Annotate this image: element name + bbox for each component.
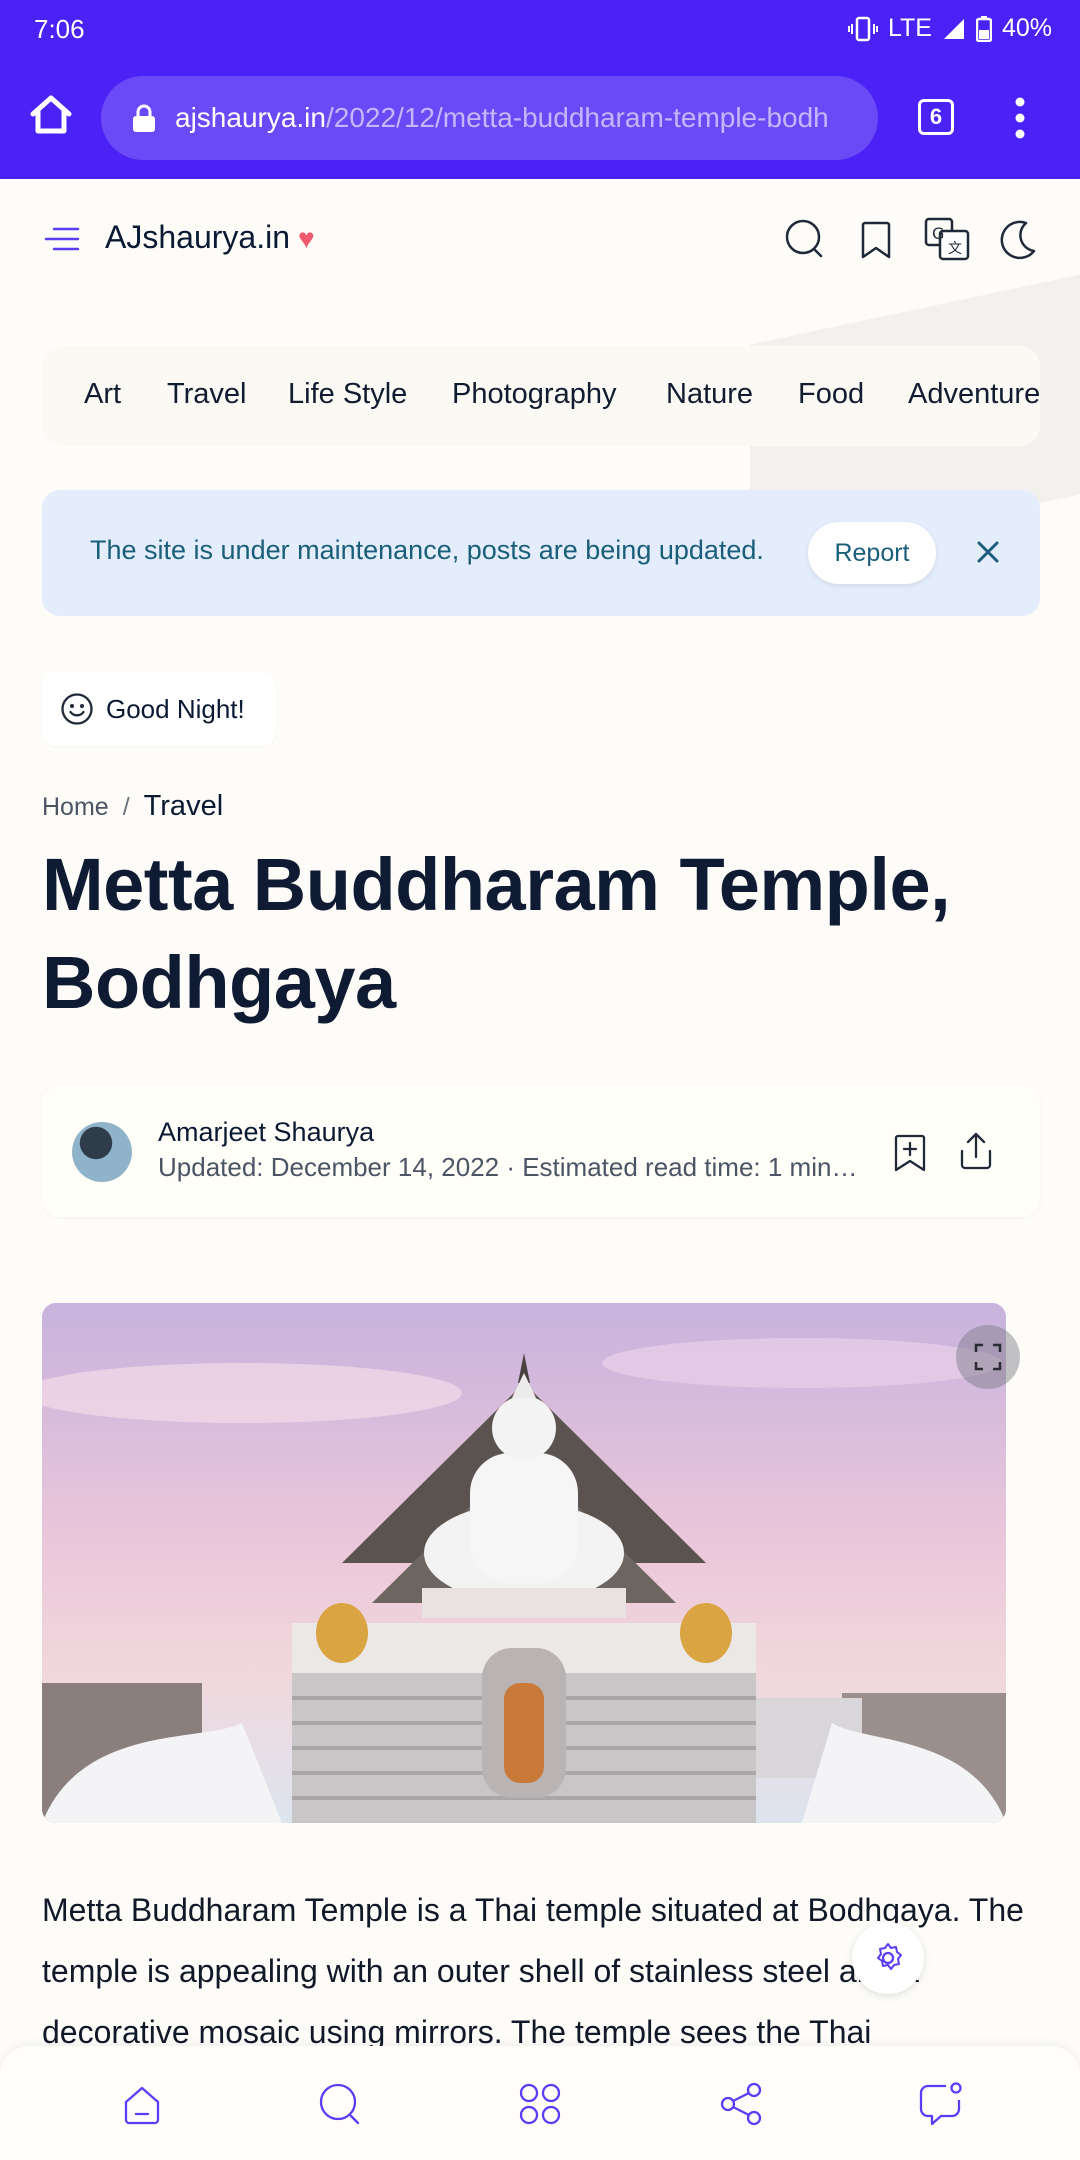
translate-button[interactable]: G文 — [924, 217, 970, 261]
settings-button[interactable] — [852, 1922, 924, 1994]
greeting-chip: Good Night! — [42, 672, 276, 746]
gear-icon — [877, 1943, 902, 1970]
report-button[interactable]: Report — [808, 522, 936, 584]
notice-message: The site is under maintenance, posts are… — [90, 535, 764, 565]
category-adventure[interactable]: Adventure — [908, 378, 1040, 411]
share-icon — [960, 1132, 992, 1170]
author-card: Amarjeet Shaurya Updated: December 14, 2… — [42, 1085, 1040, 1217]
category-travel[interactable]: Travel — [167, 378, 247, 411]
url-host: ajshaurya.in — [175, 102, 326, 133]
fullscreen-button[interactable] — [956, 1325, 1020, 1389]
address-bar[interactable]: ajshaurya.in/2022/12/metta-buddharam-tem… — [101, 76, 878, 160]
translate-icon: G文 — [924, 217, 970, 261]
category-art[interactable]: Art — [84, 378, 121, 411]
tabs-button[interactable]: 6 — [918, 99, 954, 135]
bottom-nav-chat[interactable] — [916, 2080, 964, 2128]
heart-icon: ♥ — [297, 223, 315, 254]
browser-toolbar: ajshaurya.in/2022/12/metta-buddharam-tem… — [0, 72, 1080, 162]
category-life-style[interactable]: Life Style — [288, 378, 407, 411]
home-icon — [30, 95, 72, 134]
save-post-button[interactable] — [892, 1133, 928, 1173]
status-right: LTE 40% — [847, 14, 1052, 43]
category-food[interactable]: Food — [798, 378, 864, 411]
breadcrumb-separator: / — [122, 793, 130, 821]
site-header: AJshaurya.in ♥ G文 — [0, 179, 1080, 299]
bottom-nav-apps[interactable] — [516, 2080, 564, 2128]
apps-icon — [519, 2083, 561, 2125]
status-time: 7:06 — [34, 14, 85, 44]
temple-illustration — [42, 1303, 1006, 1823]
page-title: Metta Buddharam Temple, Bodhgaya — [42, 843, 951, 1024]
bookmark-add-icon — [894, 1134, 926, 1172]
search-button[interactable] — [783, 217, 827, 261]
close-notice-button[interactable] — [970, 534, 1006, 570]
category-nature[interactable]: Nature — [666, 378, 753, 411]
author-name[interactable]: Amarjeet Shaurya — [158, 1117, 374, 1148]
browser-chrome: 7:06 LTE 40% ajshaurya.in/2022/12/metta-… — [0, 0, 1080, 179]
category-photography[interactable]: Photography — [452, 378, 616, 411]
signal-icon — [943, 18, 964, 39]
chat-icon — [919, 2082, 962, 2126]
lock-icon — [133, 104, 155, 132]
search-icon — [319, 2083, 360, 2125]
browser-home-button[interactable] — [26, 90, 76, 140]
hero-image[interactable] — [42, 1303, 1006, 1823]
bottom-nav-home[interactable] — [118, 2080, 166, 2128]
svg-text:G: G — [932, 224, 944, 243]
tab-count: 6 — [929, 104, 943, 129]
browser-menu-button[interactable] — [1010, 96, 1030, 140]
dark-mode-button[interactable] — [996, 217, 1040, 261]
bookmark-icon — [861, 221, 891, 259]
avatar[interactable] — [72, 1122, 132, 1182]
svg-text:文: 文 — [948, 241, 962, 257]
article-meta: Updated: December 14, 2022 · Estimated r… — [158, 1152, 858, 1182]
menu-icon — [1015, 97, 1025, 139]
bottom-nav — [0, 2046, 1080, 2160]
bottom-nav-search[interactable] — [316, 2080, 364, 2128]
battery-icon — [975, 15, 992, 42]
menu-button[interactable] — [44, 225, 80, 253]
share-post-button[interactable] — [956, 1131, 996, 1171]
smile-icon — [61, 693, 93, 725]
category-nav: Art Travel Life Style Photography Nature… — [42, 346, 1040, 446]
close-icon — [977, 541, 999, 563]
fullscreen-icon — [974, 1343, 1002, 1371]
vibrate-icon — [847, 16, 878, 41]
battery-level: 40% — [1001, 14, 1052, 42]
status-bar: 7:06 LTE 40% — [0, 0, 1080, 60]
breadcrumb-current[interactable]: Travel — [144, 790, 224, 822]
brand-name: AJshaurya.in — [105, 219, 290, 255]
home-icon — [124, 2086, 160, 2125]
site-brand[interactable]: AJshaurya.in ♥ — [105, 219, 315, 256]
bookmark-button[interactable] — [855, 217, 899, 261]
greeting-text: Good Night! — [106, 693, 245, 724]
hamburger-icon — [44, 227, 80, 251]
breadcrumb-home[interactable]: Home — [42, 793, 109, 821]
search-icon — [785, 219, 823, 258]
share-icon — [720, 2082, 762, 2126]
url-path: /2022/12/metta-buddharam-temple-bodh — [325, 102, 829, 133]
network-label: LTE — [887, 14, 932, 42]
bottom-nav-share[interactable] — [718, 2080, 766, 2128]
breadcrumb: Home / Travel — [42, 790, 223, 823]
dark-mode-icon — [1000, 220, 1036, 260]
maintenance-notice: The site is under maintenance, posts are… — [42, 490, 1040, 616]
